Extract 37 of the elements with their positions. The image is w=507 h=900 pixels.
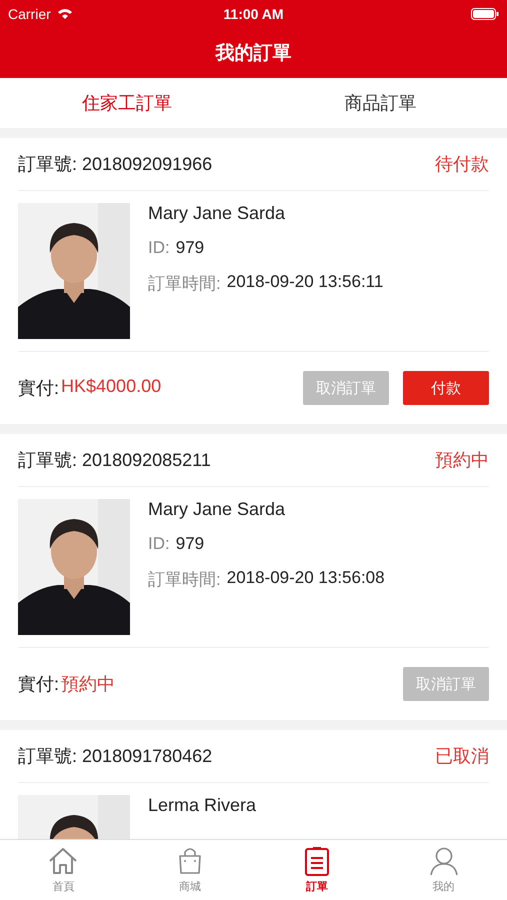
- total-value: HK$4000.00: [61, 376, 162, 398]
- order-status: 已取消: [435, 745, 489, 768]
- tab-bar-item[interactable]: 商城: [126, 840, 254, 900]
- worker-name: Lerma Rivera: [148, 795, 256, 816]
- wifi-icon: [56, 8, 73, 20]
- home-icon: [47, 846, 80, 876]
- clock: 11:00 AM: [223, 6, 284, 22]
- order-number: 訂單號: 2018091780462: [18, 745, 214, 768]
- cancel-button[interactable]: 取消訂單: [303, 371, 389, 405]
- tab-bar-item[interactable]: 訂單: [254, 840, 380, 900]
- order-number: 訂單號: 2018092085211: [18, 449, 212, 472]
- id-value: 979: [176, 238, 204, 258]
- worker-name: Mary Jane Sarda: [148, 203, 286, 224]
- tab[interactable]: 商品訂單: [254, 78, 507, 128]
- person-icon: [428, 846, 460, 876]
- id-label: ID:: [148, 238, 170, 258]
- total-label: 實付:: [18, 377, 60, 400]
- order-number: 訂單號: 2018092091966: [18, 153, 214, 176]
- time-value: 2018-09-20 13:56:08: [226, 568, 385, 589]
- id-label: ID:: [148, 534, 170, 554]
- page-title: 我的訂單: [216, 42, 292, 66]
- order-status: 預約中: [435, 449, 489, 472]
- order-status: 待付款: [435, 153, 489, 176]
- carrier-label: Carrier: [8, 6, 51, 22]
- time-value: 2018-09-20 13:56:11: [226, 272, 384, 293]
- worker-name: Mary Jane Sarda: [148, 499, 286, 520]
- tab[interactable]: 住家工訂單: [0, 78, 254, 128]
- tab-bar-item[interactable]: 我的: [380, 840, 507, 900]
- total-label: 實付:: [18, 673, 60, 696]
- total-value: 預約中: [61, 673, 116, 696]
- id-value: 979: [176, 534, 204, 554]
- tab-bar-item[interactable]: 首頁: [0, 840, 127, 900]
- cancel-button[interactable]: 取消訂單: [403, 667, 489, 701]
- time-label: 訂單時間:: [148, 569, 221, 591]
- battery-icon: [471, 8, 499, 20]
- time-label: 訂單時間:: [148, 273, 221, 295]
- pay-button[interactable]: 付款: [403, 371, 489, 405]
